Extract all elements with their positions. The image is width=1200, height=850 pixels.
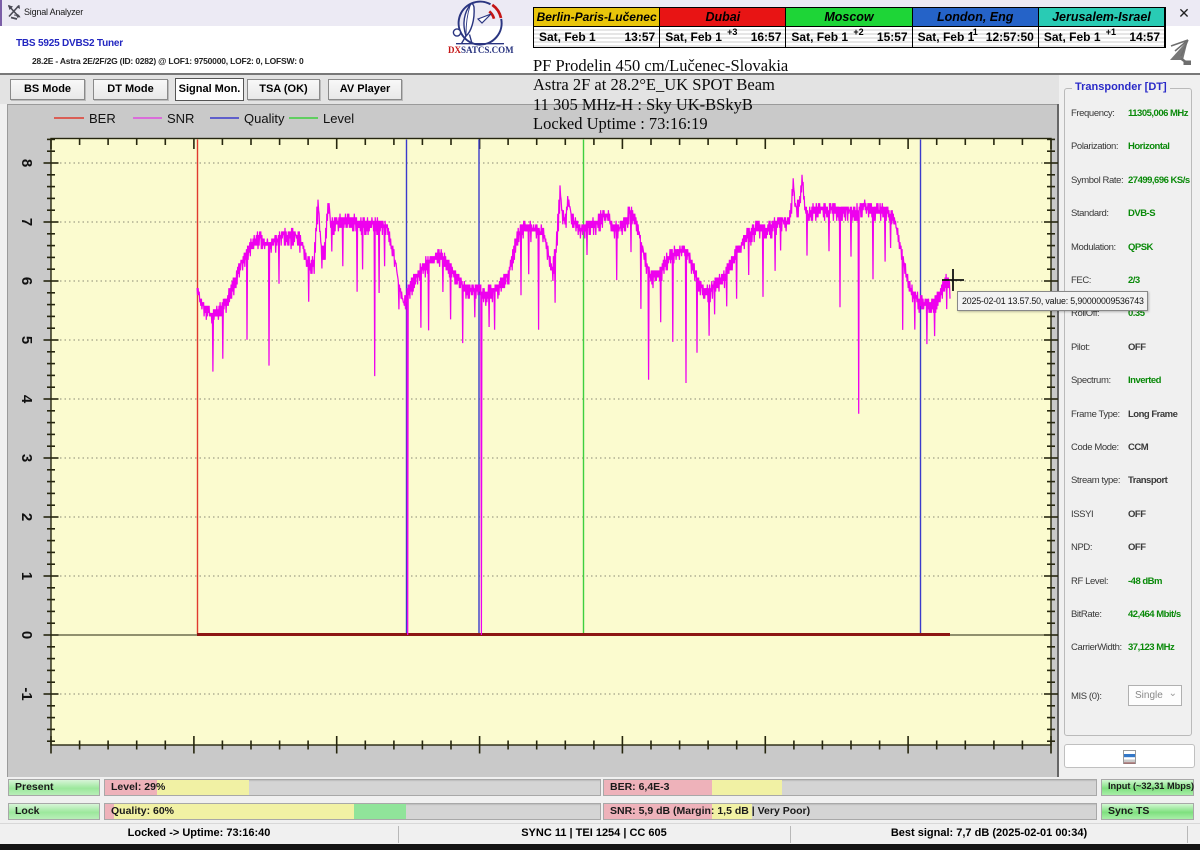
svg-text:6: 6 bbox=[18, 277, 35, 285]
svg-text:5: 5 bbox=[18, 336, 35, 344]
svg-text:2: 2 bbox=[18, 513, 35, 521]
svg-text:-1: -1 bbox=[18, 687, 35, 700]
svg-text:4: 4 bbox=[18, 395, 35, 404]
svg-text:SNR: SNR bbox=[167, 111, 194, 126]
svg-text:0: 0 bbox=[18, 631, 35, 639]
svg-text:BER: BER bbox=[89, 111, 116, 126]
svg-text:3: 3 bbox=[18, 454, 35, 462]
svg-text:1: 1 bbox=[18, 572, 35, 580]
svg-text:Quality: Quality bbox=[244, 111, 285, 126]
svg-text:7: 7 bbox=[18, 218, 35, 226]
svg-text:Level: Level bbox=[323, 111, 354, 126]
svg-text:8: 8 bbox=[18, 159, 35, 167]
